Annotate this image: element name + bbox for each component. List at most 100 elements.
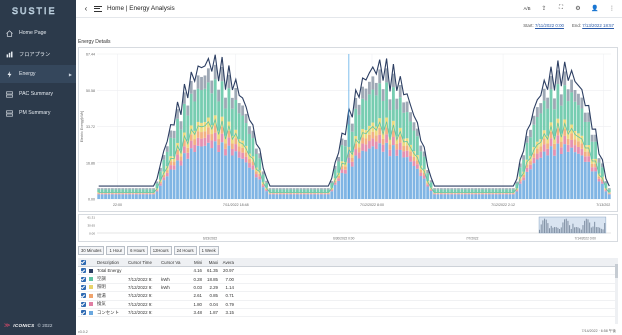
navigator-bar [577, 227, 579, 233]
stacked-bar-segment [494, 188, 498, 190]
stacked-bar-segment [460, 194, 464, 199]
stacked-bar-segment [292, 188, 296, 190]
stacked-bar-segment [320, 194, 323, 199]
user-icon[interactable]: 👤 [591, 5, 599, 12]
navigator-bar [554, 227, 556, 233]
stacked-bar-segment [491, 193, 495, 194]
stacked-bar-segment [587, 121, 591, 146]
end-date-link[interactable]: 7/13/2022 18:57 [582, 23, 614, 28]
stacked-bar-segment [539, 151, 543, 158]
fullscreen-icon[interactable]: ⛶ [557, 5, 565, 12]
stacked-bar-segment [368, 148, 371, 199]
table-row[interactable]: 換気 7/12/2022 9: 1.80 0.04 0.79 [78, 301, 618, 309]
stacked-bar-segment [299, 194, 303, 199]
col-description[interactable]: Description [94, 260, 128, 265]
share-icon[interactable]: ⇪ [540, 5, 548, 12]
stacked-bar-segment [436, 188, 440, 190]
stacked-bar-segment [244, 162, 248, 199]
series-color-swatch [89, 302, 93, 307]
row-checkbox[interactable] [80, 301, 86, 307]
stacked-bar-segment [152, 194, 155, 199]
energy-chart[interactable]: 67.44 50.58 33.72 16.86 0.00 Electric Energy[… [78, 47, 618, 212]
col-max[interactable]: Maxi [204, 260, 220, 265]
col-avg[interactable]: Avera [220, 260, 236, 265]
pac-icon [6, 91, 13, 98]
sidebar-item-pac-summary[interactable]: PAC Summary [0, 85, 76, 103]
stacked-bar-segment [176, 118, 179, 143]
row-checkbox[interactable] [80, 284, 86, 290]
stacked-bar-segment [501, 193, 505, 194]
range-1week-button[interactable]: 1 Week [198, 246, 219, 255]
navigator-chart[interactable]: 61.31 30.65 0.00 6/23/2022 6/30/2022 0:00 7/7… [78, 214, 618, 242]
range-30min-button[interactable]: 30 Minutes [78, 246, 105, 255]
stacked-bar-segment [563, 135, 567, 145]
table-row[interactable]: コンセント 7/12/2022 9: 3.48 1.87 3.15 [78, 309, 618, 318]
stacked-bar-segment [272, 188, 275, 190]
stacked-bar-segment [570, 147, 574, 199]
stacked-bar-segment [234, 138, 238, 145]
stacked-bar-segment [511, 188, 515, 190]
stacked-bar-segment [141, 193, 145, 194]
stacked-bar-segment [234, 151, 238, 199]
stacked-bar-segment [230, 143, 234, 149]
navigator-chart-svg[interactable]: 61.31 30.65 0.00 6/23/2022 6/30/2022 0:00 7/7… [79, 215, 617, 241]
stacked-bar-segment [436, 193, 440, 195]
stacked-bar-segment [148, 193, 152, 195]
gear-icon[interactable]: ⚙ [574, 5, 582, 12]
col-cursor-time[interactable]: Cursor Time [128, 260, 161, 265]
range-12hours-button[interactable]: 12Hours [149, 246, 172, 255]
stacked-bar-segment [278, 194, 282, 199]
stacked-bar-segment [302, 194, 306, 199]
sidebar-item-energy[interactable]: Energy ▶ [0, 65, 76, 83]
range-24hours-button[interactable]: 24 Hours [173, 246, 197, 255]
stacked-bar-segment [477, 188, 481, 190]
select-all-checkbox[interactable] [80, 259, 86, 265]
row-checkbox[interactable] [80, 310, 86, 316]
more-icon[interactable]: ⋮ [608, 5, 616, 12]
date-range: Start: 7/11/2022 0:00 End: 7/13/2022 18:… [523, 23, 614, 28]
row-checkbox[interactable] [80, 268, 86, 274]
stacked-bar-segment [395, 109, 399, 137]
col-min[interactable]: Mini [188, 260, 204, 265]
series-color-swatch [89, 293, 93, 298]
stacked-bar-segment [481, 193, 484, 195]
stacked-bar-segment [443, 188, 447, 190]
table-scrollbar[interactable] [615, 262, 618, 324]
sidebar-item-pm-summary[interactable]: PM Summary [0, 104, 76, 122]
stacked-bar-segment [553, 109, 556, 137]
table-row[interactable]: Total Energy 4.16 61.35 20.97 [78, 267, 618, 276]
table-row[interactable]: 照明 7/12/2022 9: kWh 0.03 2.29 1.14 [78, 284, 618, 293]
stacked-bar-segment [165, 146, 169, 152]
range-6hours-button[interactable]: 6 Hours [127, 246, 148, 255]
stacked-bar-segment [114, 193, 118, 195]
stacked-bar-segment [549, 89, 553, 123]
start-date-link[interactable]: 7/11/2022 0:00 [535, 23, 564, 28]
sidebar-item-home[interactable]: Home Page [0, 24, 76, 42]
sidebar-item-floorplan[interactable]: フロアプラン [0, 45, 76, 63]
energy-chart-svg[interactable]: 67.44 50.58 33.72 16.86 0.00 Electric Energy[… [79, 48, 617, 211]
back-arrow-icon[interactable]: ‹ [82, 4, 90, 13]
menu-icon[interactable] [94, 5, 102, 12]
ab-icon[interactable]: A/B [523, 6, 531, 11]
stacked-bar-segment [114, 193, 118, 194]
stacked-bar-segment [299, 189, 303, 193]
row-checkbox[interactable] [80, 293, 86, 299]
col-cursor-value[interactable]: Cursor Va [161, 260, 188, 265]
stacked-bar-segment [364, 138, 368, 145]
cell-min: 0.03 [193, 284, 202, 290]
stacked-bar-segment [299, 193, 303, 195]
scrollbar-thumb[interactable] [615, 264, 618, 278]
stacked-bar-segment [326, 193, 330, 194]
stacked-bar-segment [220, 81, 224, 117]
stacked-bar-segment [200, 132, 203, 139]
page-title: Home | Energy Analysis [107, 5, 175, 12]
iconics-logo-icon: ≫ [4, 323, 11, 329]
stacked-bar-segment [477, 189, 481, 193]
row-checkbox[interactable] [80, 276, 86, 282]
range-1hour-button[interactable]: 1 Hour [106, 246, 126, 255]
table-row[interactable]: 空調 7/12/2022 9: kWh 0.28 18.85 7.00 [78, 275, 618, 284]
cell-avg: 20.97 [223, 268, 234, 274]
stacked-bar-segment [515, 190, 519, 192]
stacked-bar-segment [148, 193, 152, 194]
table-row[interactable]: 給湯 7/12/2022 9: 2.61 0.85 0.71 [78, 292, 618, 301]
